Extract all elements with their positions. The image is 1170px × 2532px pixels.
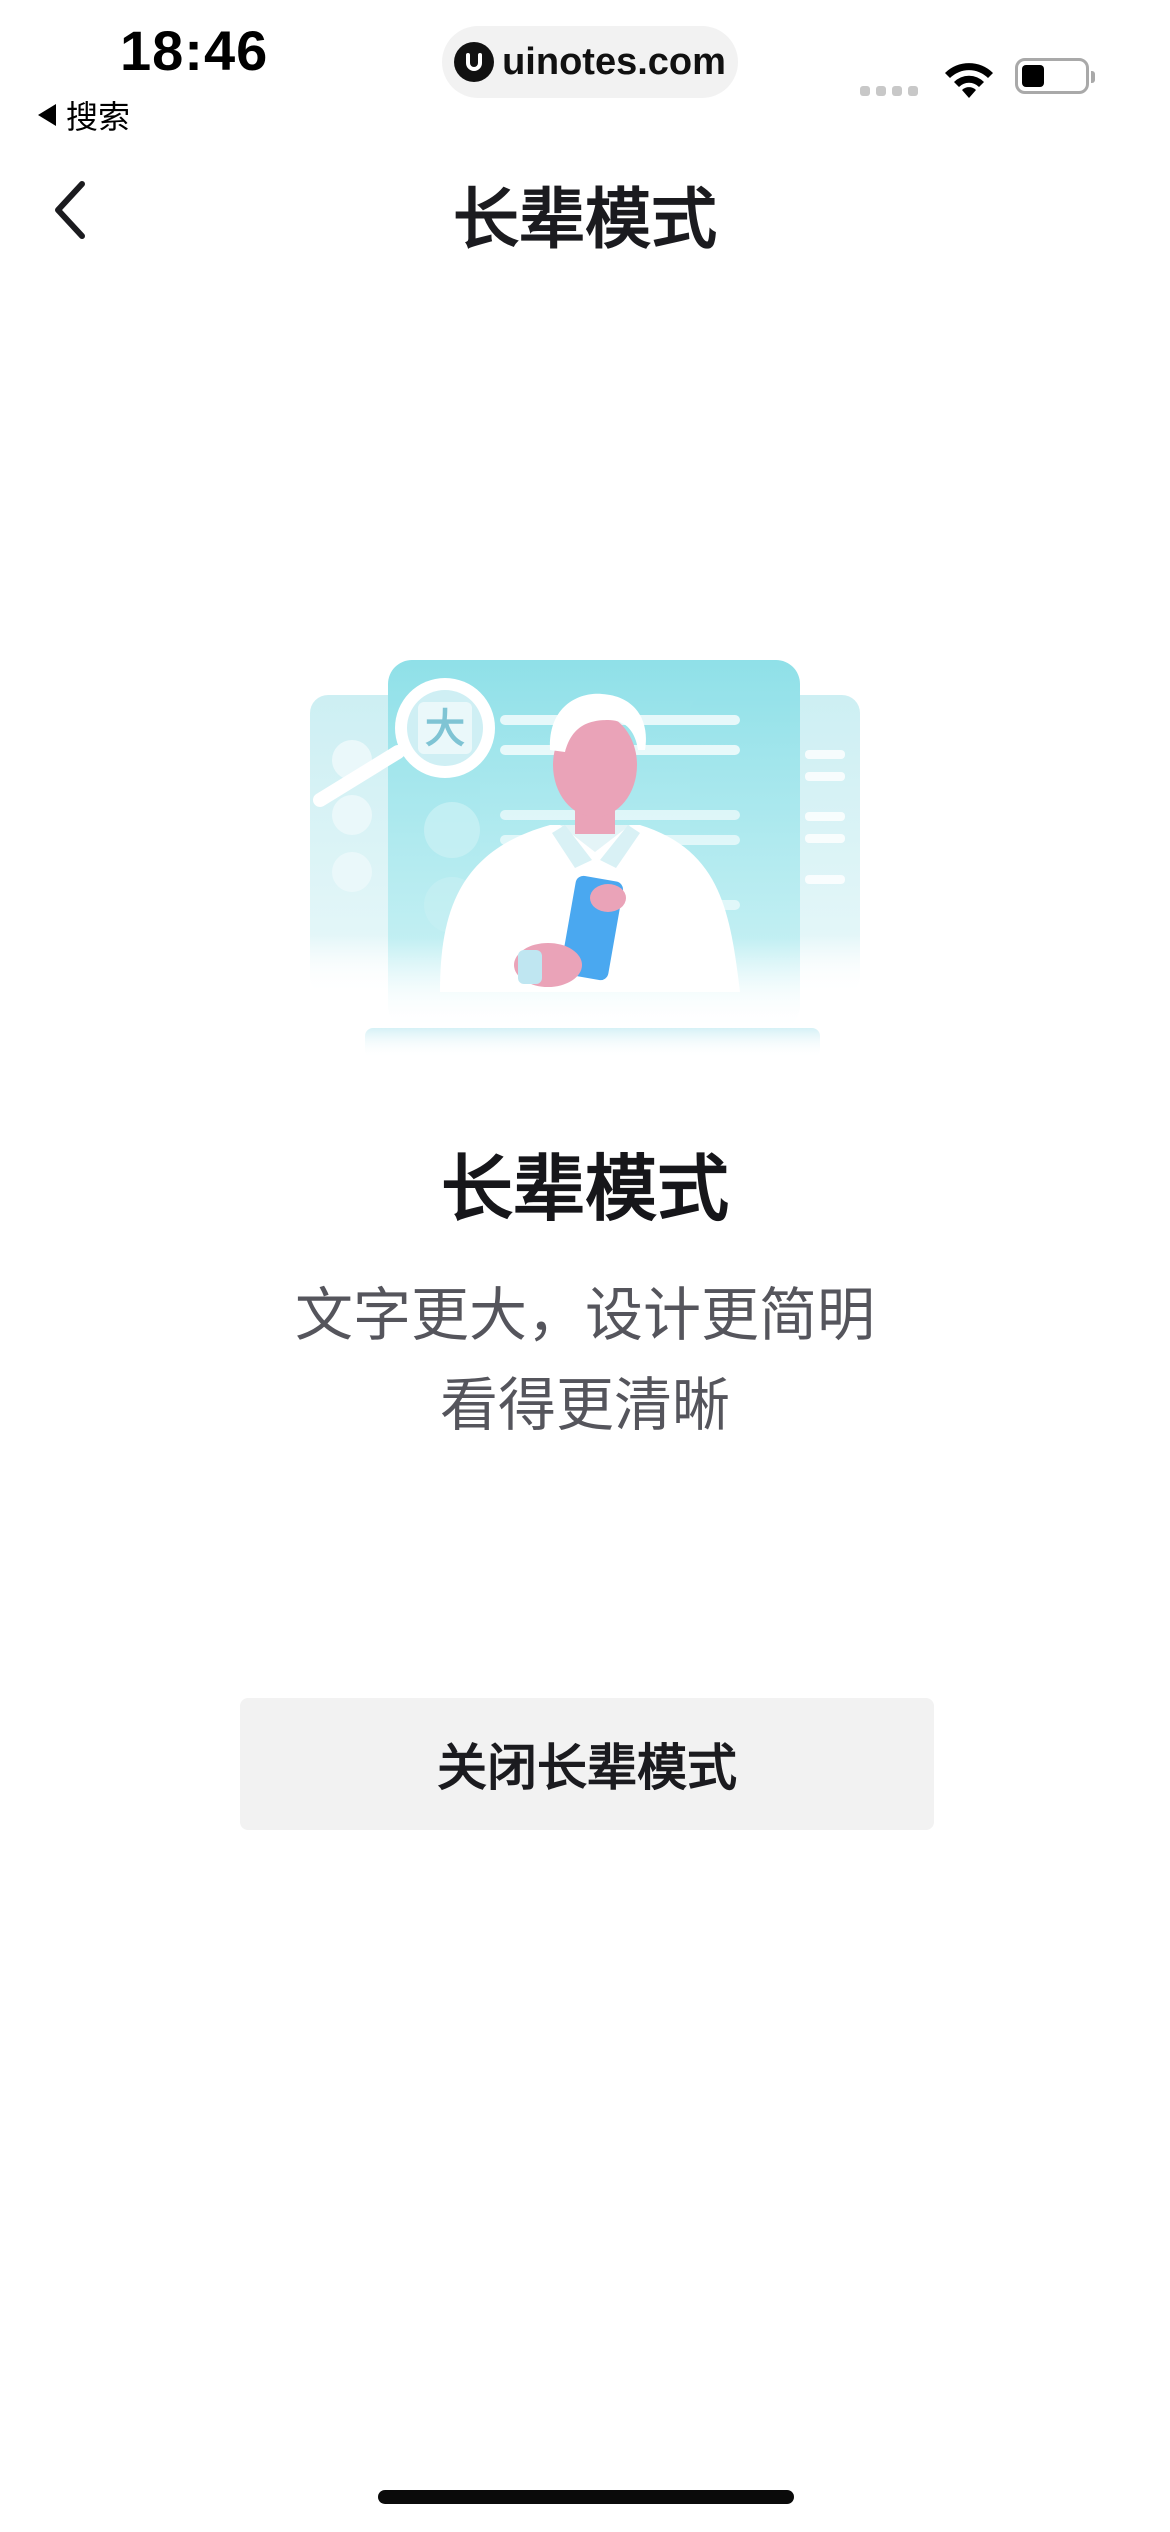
battery-icon xyxy=(1015,58,1095,94)
description-line-2: 看得更清晰 xyxy=(439,1371,730,1439)
description-line-1: 文字更大，设计更简明 xyxy=(294,1281,875,1349)
close-elder-mode-button[interactable]: 关闭长辈模式 xyxy=(240,1698,934,1830)
battery-fill xyxy=(1022,65,1044,87)
signal-icon xyxy=(860,86,918,96)
back-to-app-link[interactable]: 搜索 xyxy=(38,92,130,138)
home-indicator[interactable] xyxy=(378,2490,794,2504)
watermark-badge: uinotes.com xyxy=(442,26,738,98)
magnifier-badge-text: 大 xyxy=(425,706,465,752)
back-app-label: 搜索 xyxy=(66,98,131,136)
elderly-reading-illustration: 大 xyxy=(310,660,860,1058)
watermark-text: uinotes.com xyxy=(502,40,726,83)
back-triangle-icon xyxy=(38,104,56,126)
wifi-icon xyxy=(945,63,993,98)
uinotes-logo-icon xyxy=(454,42,495,82)
page-title: 长辈模式 xyxy=(453,181,717,258)
mode-title: 长辈模式 xyxy=(440,1147,729,1231)
status-time: 18:46 xyxy=(120,19,269,82)
